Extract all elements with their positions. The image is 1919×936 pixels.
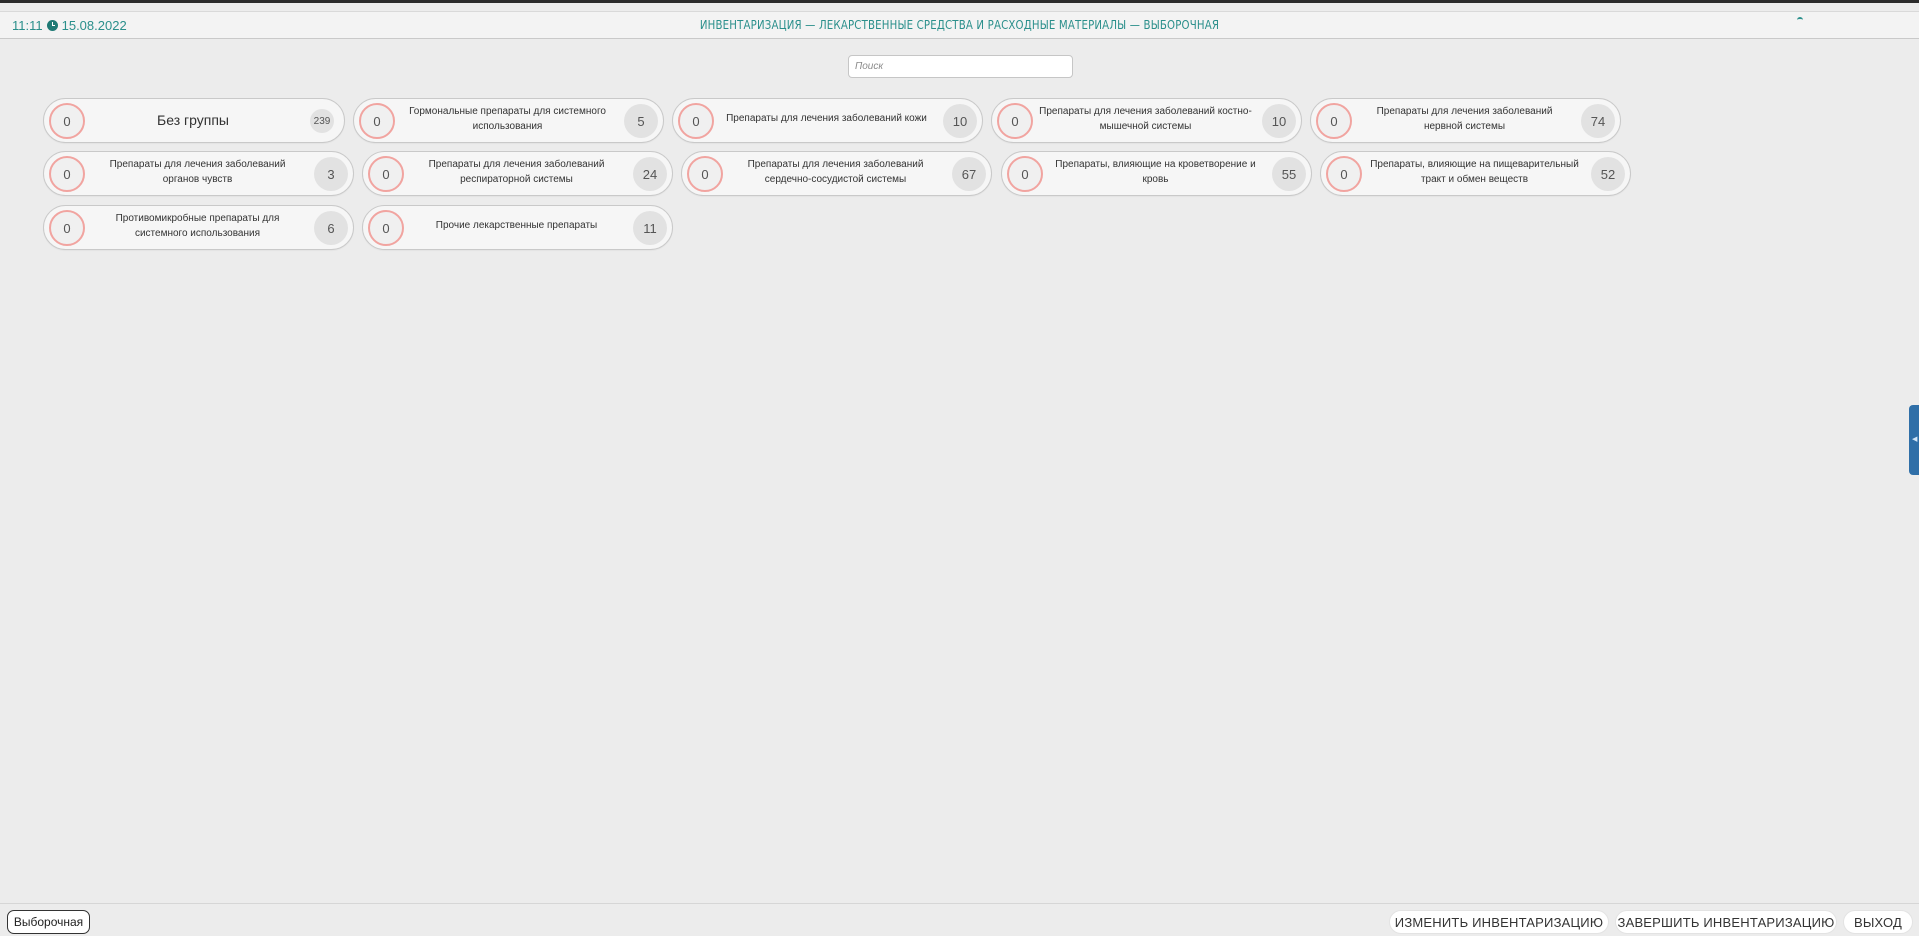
- group-card[interactable]: 0 Препараты для лечения заболеваний нерв…: [1310, 98, 1621, 143]
- finish-inventory-button[interactable]: ЗАВЕРШИТЬ ИНВЕНТАРИЗАЦИЮ: [1615, 910, 1837, 934]
- group-label: Препараты для лечения заболеваний костно…: [1039, 105, 1252, 132]
- group-card[interactable]: 0 Препараты для лечения заболеваний орга…: [43, 151, 354, 196]
- group-count: 67: [952, 157, 986, 191]
- group-counter: 0: [359, 103, 395, 139]
- group-count: 239: [310, 109, 334, 133]
- group-card[interactable]: 0 Прочие лекарственные препараты 11: [362, 205, 673, 250]
- group-count: 10: [943, 104, 977, 138]
- group-counter: 0: [368, 210, 404, 246]
- group-count: 3: [314, 157, 348, 191]
- expand-arrow-icon: ◀: [1912, 436, 1918, 443]
- header-bar: 11:11 15.08.2022 ИНВЕНТАРИЗАЦИЯ — ЛЕКАРС…: [0, 11, 1919, 39]
- group-count: 10: [1262, 104, 1296, 138]
- footer-bar: Выборочная ИЗМЕНИТЬ ИНВЕНТАРИЗАЦИЮ ЗАВЕР…: [0, 903, 1919, 936]
- group-label: Препараты, влияющие на кроветворение и к…: [1055, 158, 1256, 185]
- group-count: 6: [314, 211, 348, 245]
- group-counter: 0: [49, 103, 85, 139]
- datetime: 11:11 15.08.2022: [12, 18, 127, 33]
- group-counter: 0: [678, 103, 714, 139]
- group-label: Препараты для лечения заболеваний нервно…: [1376, 105, 1553, 132]
- group-count: 5: [624, 104, 658, 138]
- mode-button[interactable]: Выборочная: [7, 910, 90, 934]
- date-text: 15.08.2022: [61, 18, 127, 33]
- group-count: 11: [633, 211, 667, 245]
- group-card[interactable]: 0 Противомикробные препараты для системн…: [43, 205, 354, 250]
- group-label: Прочие лекарственные препараты: [435, 220, 598, 231]
- group-label: Гормональные препараты для системного ис…: [409, 105, 606, 132]
- clock-icon: [46, 20, 58, 31]
- group-label: Препараты, влияющие на пищеварительный т…: [1370, 158, 1579, 185]
- group-label: Препараты для лечения заболеваний органо…: [109, 158, 286, 185]
- group-label: Препараты для лечения заболеваний кожи: [726, 113, 927, 124]
- group-count: 52: [1591, 157, 1625, 191]
- group-label: Препараты для лечения заболеваний сердеч…: [747, 158, 924, 185]
- search-input[interactable]: [848, 55, 1073, 78]
- group-count: 24: [633, 157, 667, 191]
- group-card[interactable]: 0 Гормональные препараты для системного …: [353, 98, 664, 143]
- group-count: 74: [1581, 104, 1615, 138]
- group-card[interactable]: 0 Препараты для лечения заболеваний респ…: [362, 151, 673, 196]
- change-inventory-button[interactable]: ИЗМЕНИТЬ ИНВЕНТАРИЗАЦИЮ: [1389, 910, 1609, 934]
- group-counter: 0: [368, 156, 404, 192]
- group-label: Без группы: [157, 112, 229, 128]
- window-top-border: [0, 0, 1919, 3]
- group-card[interactable]: 0 Препараты для лечения заболеваний серд…: [681, 151, 992, 196]
- group-card[interactable]: 0 Препараты, влияющие на пищеварительный…: [1320, 151, 1631, 196]
- group-card[interactable]: 0 Препараты, влияющие на кроветворение и…: [1001, 151, 1312, 196]
- group-card[interactable]: 0 Препараты для лечения заболеваний кожи…: [672, 98, 983, 143]
- collapse-caret-icon[interactable]: [1797, 17, 1803, 20]
- group-card[interactable]: 0 Препараты для лечения заболеваний кост…: [991, 98, 1302, 143]
- group-label: Противомикробные препараты для системног…: [115, 212, 280, 239]
- group-counter: 0: [1007, 156, 1043, 192]
- exit-button[interactable]: ВЫХОД: [1843, 910, 1913, 934]
- group-counter: 0: [49, 210, 85, 246]
- group-label: Препараты для лечения заболеваний респир…: [428, 158, 605, 185]
- group-counter: 0: [997, 103, 1033, 139]
- time-text: 11:11: [12, 18, 43, 33]
- group-counter: 0: [1316, 103, 1352, 139]
- group-card[interactable]: 0 Без группы 239: [43, 98, 345, 143]
- group-count: 55: [1272, 157, 1306, 191]
- side-panel-toggle[interactable]: ◀: [1909, 405, 1919, 475]
- page-title: ИНВЕНТАРИЗАЦИЯ — ЛЕКАРСТВЕННЫЕ СРЕДСТВА …: [699, 18, 1220, 32]
- group-counter: 0: [1326, 156, 1362, 192]
- group-counter: 0: [687, 156, 723, 192]
- group-counter: 0: [49, 156, 85, 192]
